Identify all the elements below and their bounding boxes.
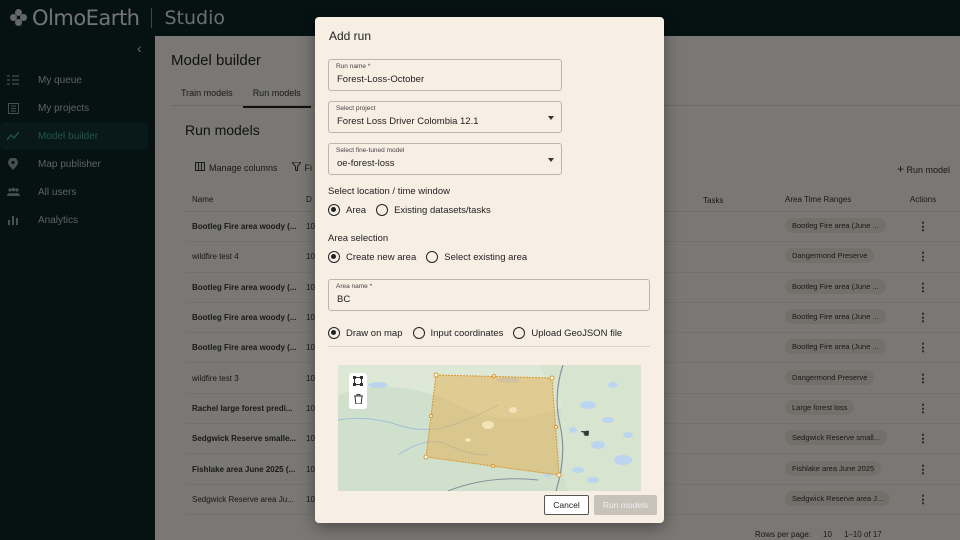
- run-name-value: Forest-Loss-October: [337, 74, 425, 85]
- radio-label: Upload GeoJSON file: [531, 327, 623, 339]
- area-name-label: Area name *: [336, 283, 373, 290]
- run-name-label: Run name *: [336, 63, 371, 70]
- draw-method-radio-group: Draw on map Input coordinates Upload Geo…: [328, 327, 622, 339]
- model-select[interactable]: Select fine-tuned model oe-forest-loss: [328, 143, 562, 175]
- draw-rectangle-icon[interactable]: [353, 376, 363, 388]
- dropdown-caret-icon: [548, 116, 554, 120]
- radio-checked-icon: [328, 327, 340, 339]
- cancel-button[interactable]: Cancel: [544, 495, 589, 515]
- hand-cursor-icon: ☚: [580, 428, 590, 440]
- project-select[interactable]: Select project Forest Loss Driver Colomb…: [328, 101, 562, 133]
- radio-upload-geojson[interactable]: Upload GeoJSON file: [513, 327, 622, 339]
- radio-unchecked-icon: [376, 204, 389, 216]
- radio-checked-icon: [328, 204, 340, 216]
- radio-label: Area: [346, 204, 367, 216]
- radio-label: Existing datasets/tasks: [394, 204, 491, 216]
- map-canvas[interactable]: ☚: [338, 365, 641, 491]
- trash-icon[interactable]: [353, 394, 363, 406]
- radio-create-new-area[interactable]: Create new area: [328, 251, 416, 263]
- radio-select-existing-area[interactable]: Select existing area: [426, 251, 527, 263]
- location-group-label: Select location / time window: [328, 186, 450, 197]
- run-models-button[interactable]: Run models: [594, 495, 657, 515]
- radio-unchecked-icon: [426, 251, 439, 263]
- area-name-value: BC: [337, 294, 351, 305]
- map-draw-toolbar: [349, 373, 367, 409]
- radio-unchecked-icon: [412, 327, 425, 339]
- add-run-dialog: Add run Run name * Forest-Loss-October S…: [315, 17, 664, 523]
- location-radio-group: Area Existing datasets/tasks: [328, 204, 491, 216]
- dialog-title: Add run: [329, 29, 372, 43]
- area-name-field[interactable]: Area name * BC: [328, 279, 650, 311]
- run-name-field[interactable]: Run name * Forest-Loss-October: [328, 59, 562, 91]
- radio-label: Input coordinates: [430, 327, 504, 339]
- radio-checked-icon: [328, 251, 340, 263]
- radio-unchecked-icon: [513, 327, 526, 339]
- model-select-label: Select fine-tuned model: [336, 147, 405, 154]
- dropdown-caret-icon: [548, 158, 554, 162]
- model-select-value: oe-forest-loss: [337, 158, 395, 169]
- radio-input-coordinates[interactable]: Input coordinates: [412, 327, 504, 339]
- radio-label: Draw on map: [346, 327, 403, 339]
- project-select-value: Forest Loss Driver Colombia 12.1: [337, 116, 479, 127]
- area-selection-label: Area selection: [328, 233, 389, 244]
- radio-label: Select existing area: [444, 251, 528, 263]
- project-select-label: Select project: [336, 105, 376, 112]
- section-divider: [328, 346, 650, 347]
- radio-label: Create new area: [346, 251, 417, 263]
- area-selection-radio-group: Create new area Select existing area: [328, 251, 527, 263]
- radio-existing-datasets[interactable]: Existing datasets/tasks: [376, 204, 491, 216]
- map-tiles: [338, 365, 641, 491]
- radio-area[interactable]: Area: [328, 204, 366, 216]
- radio-draw-on-map[interactable]: Draw on map: [328, 327, 403, 339]
